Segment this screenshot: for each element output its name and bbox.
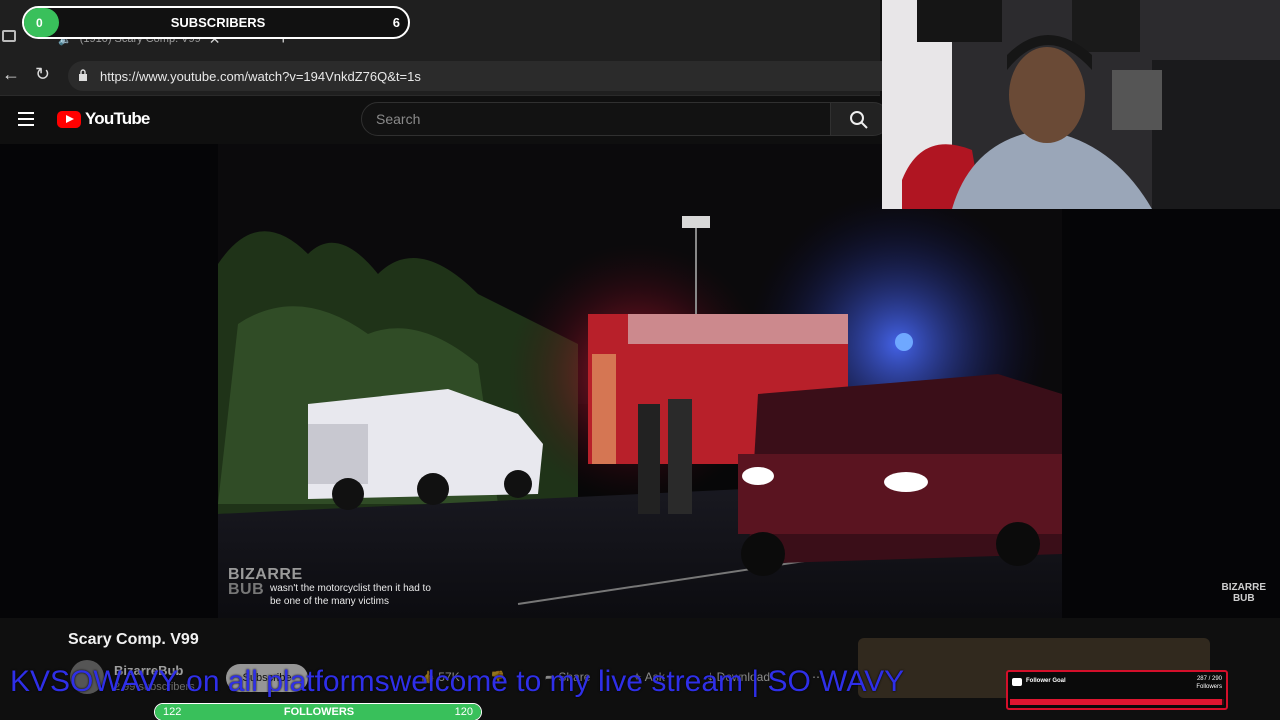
search-button[interactable] [830,102,890,136]
night-scene-image [218,144,1062,618]
subscriber-goal-bar: 0 SUBSCRIBERS 6 [22,6,410,39]
caption-line-2: be one of the many victims [270,596,389,607]
search-input[interactable]: Search [361,102,831,136]
stream-screen: 🔈 (1910) Scary Comp. V99 ✕ + ← ↻ https:/… [0,0,1280,720]
video-frame [218,144,1062,618]
follower-goal-numbers: 287 / 290 [1196,676,1222,682]
video-player[interactable]: BIZARRE BUB wasn't the motorcyclist then… [0,144,1280,618]
follower-goal-icon [1012,678,1022,686]
search-placeholder: Search [376,111,421,127]
follower-goal-widget: Follower Goal 287 / 290 Followers [1006,670,1228,710]
window-menu-icon[interactable] [2,30,16,42]
follower-goal-title: Follower Goal [1026,678,1066,684]
followers-target: 120 [454,706,473,718]
video-captions: wasn't the motorcyclist then it had to b… [270,582,431,608]
followers-label: FOLLOWERS [283,706,355,718]
youtube-masthead: YouTube Search [0,96,890,144]
video-title: Scary Comp. V99 [68,631,199,648]
follower-goal-track [1010,699,1224,705]
watermark-line-1: BIZARRE [228,566,303,583]
corner-watermark-line-2: BUB [1232,593,1255,604]
webcam-feed [882,0,1280,209]
subscriber-goal-target: 6 [392,15,400,30]
browser-nav-bar: ← ↻ https://www.youtube.com/watch?v=194V… [0,56,908,96]
menu-icon[interactable] [18,112,34,126]
address-bar[interactable]: https://www.youtube.com/watch?v=194VnkdZ… [68,61,908,91]
follower-goal-count: 287 / 290 Followers [1196,675,1222,691]
youtube-logo-text: YouTube [85,109,150,128]
corner-watermark: BIZARRE BUB [1222,582,1266,604]
follower-goal-fill [1010,699,1222,705]
subscriber-goal-label: SUBSCRIBERS [170,15,266,30]
caption-line-1: wasn't the motorcyclist then it had to [270,583,431,594]
back-icon[interactable]: ← [2,64,20,85]
youtube-play-icon [57,110,81,128]
reload-icon[interactable]: ↻ [35,64,50,85]
corner-watermark-line-1: BIZARRE [1221,582,1266,593]
follower-goal-unit: Followers [1196,684,1222,690]
lock-icon [79,69,87,81]
search-icon [850,111,868,129]
followers-bar: 122 FOLLOWERS 120 [154,703,482,720]
webcam-image [882,0,1280,209]
youtube-logo[interactable]: YouTube [57,109,150,129]
url-text: https://www.youtube.com/watch?v=194VnkdZ… [100,68,421,84]
